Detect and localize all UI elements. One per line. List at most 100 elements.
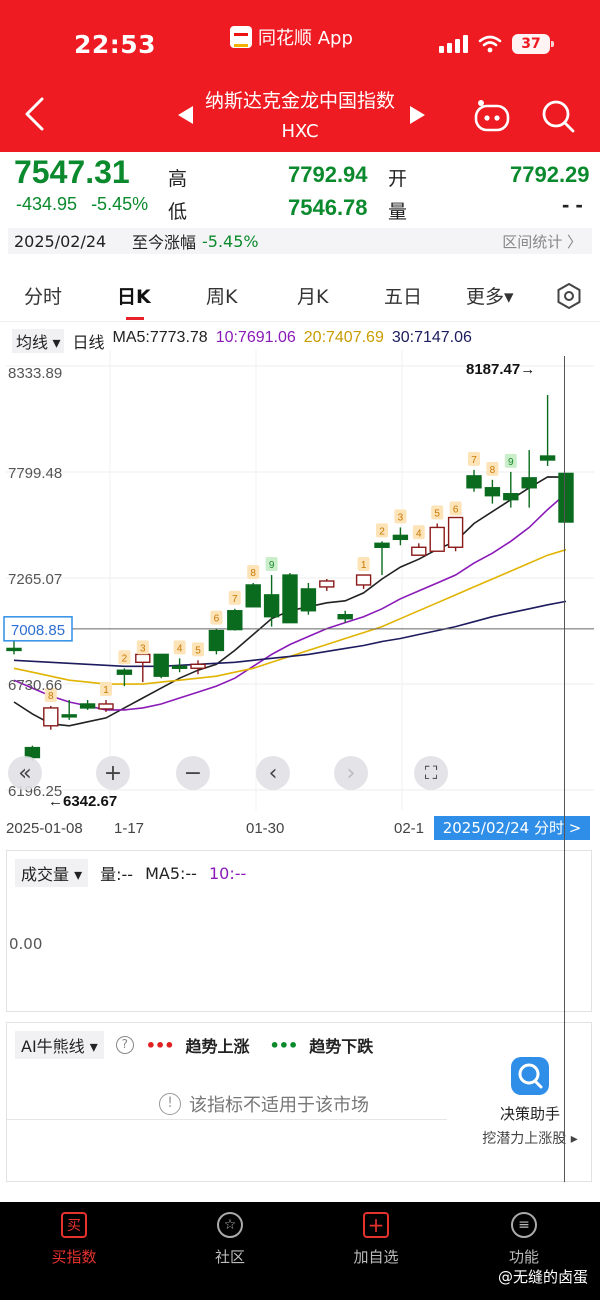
candle-body: [484, 487, 501, 497]
candle-body: [337, 614, 353, 620]
next-index-icon[interactable]: [410, 106, 425, 124]
td-tag: 9: [508, 457, 514, 468]
help-icon[interactable]: ?: [115, 1036, 134, 1054]
fullscreen-button[interactable]: ⛶: [414, 756, 448, 790]
volume-amount: 量:--: [100, 865, 134, 884]
candle-body: [392, 534, 409, 541]
td-tag: 2: [379, 526, 385, 537]
assistant-subtitle: 挖潜力上涨股 ▸: [482, 1131, 578, 1147]
candle-body: [245, 584, 261, 608]
candle-body: [355, 574, 372, 586]
active-tab-indicator: [126, 317, 144, 320]
candle-body: [539, 455, 556, 461]
candle-body: [447, 516, 464, 548]
td-tag: 4: [416, 528, 422, 539]
up-trend-marker: •••: [145, 1035, 175, 1055]
volume-header: 成交量 ▾ 量:-- MA5:-- 10:--: [15, 859, 246, 887]
collapse-button[interactable]: «: [8, 756, 42, 790]
x-label-mid1: 1-17: [114, 820, 145, 837]
nav-functions-label: 功能: [508, 1248, 539, 1266]
prev-button[interactable]: ‹: [256, 756, 290, 790]
td-tag: 6: [453, 505, 459, 516]
tab-monthly-k[interactable]: 月K: [297, 282, 328, 309]
status-icons: 37: [439, 34, 554, 54]
candle-body: [319, 580, 335, 588]
range-stats-link[interactable]: 区间统计 〉: [502, 231, 582, 252]
candle-body: [558, 472, 574, 523]
tab-weekly-k[interactable]: 周K: [206, 282, 237, 309]
zoom-in-button[interactable]: +: [96, 756, 130, 790]
candle-body: [521, 477, 537, 489]
low-label: 低: [168, 201, 188, 223]
candle-body: [227, 610, 243, 631]
assistant-title: 决策助手: [499, 1105, 560, 1123]
candle-body: [153, 653, 169, 677]
app-name: 同花顺 App: [258, 28, 353, 49]
volume-selector[interactable]: 成交量 ▾: [15, 859, 89, 887]
wifi-icon: [478, 35, 502, 53]
zoom-out-button[interactable]: −: [176, 756, 210, 790]
x-label-start: 2025-01-08: [6, 820, 83, 837]
change-value: -434.95: [16, 194, 78, 214]
td-tag: 7: [232, 594, 238, 605]
community-icon: ☆: [217, 1212, 243, 1238]
kline-chart[interactable]: 781234567891234567898333.897799.487265.0…: [0, 350, 600, 810]
battery-icon: 37: [512, 34, 554, 54]
range-change: -5.45%: [202, 231, 259, 251]
volume-value: - -: [562, 192, 583, 217]
menu-icon: ≡: [511, 1212, 537, 1238]
ai-selector[interactable]: AI牛熊线 ▾: [15, 1031, 104, 1059]
tab-five-day[interactable]: 五日: [384, 282, 422, 309]
nav-community[interactable]: ☆ 社区: [180, 1212, 280, 1267]
candle-body: [98, 703, 114, 710]
candle-body: [135, 653, 151, 664]
robot-assistant-icon[interactable]: [472, 98, 512, 134]
x-label-mid2: 01-30: [246, 820, 285, 837]
range-bar: 2025/02/24 至今涨幅 -5.45% 区间统计 〉: [8, 228, 592, 254]
candle-body: [466, 475, 482, 489]
nav-add-watchlist[interactable]: + 加自选: [326, 1212, 426, 1267]
decision-assistant[interactable]: 决策助手 挖潜力上涨股 ▸: [467, 1057, 593, 1148]
search-icon[interactable]: [540, 98, 576, 134]
next-button[interactable]: ›: [334, 756, 368, 790]
settings-icon[interactable]: [556, 283, 582, 309]
td-tag: 1: [361, 560, 367, 571]
td-tag: 5: [434, 508, 440, 519]
candle-body: [79, 703, 96, 709]
volume-panel: 成交量 ▾ 量:-- MA5:-- 10:-- 0.00: [6, 850, 592, 1012]
tab-more[interactable]: 更多▾: [466, 282, 514, 309]
signal-icon: [439, 35, 468, 53]
watermark: @无缝的卤蛋: [497, 1268, 588, 1286]
volume-label: 量: [388, 201, 408, 223]
nav-add-label: 加自选: [353, 1248, 399, 1266]
y-tick-label: 7799.48: [8, 465, 62, 482]
down-trend-label: 趋势下跌: [309, 1037, 374, 1056]
intraday-link-chip[interactable]: 2025/02/24 分时 >: [434, 816, 590, 840]
y-tick-label: 7265.07: [8, 571, 62, 588]
current-price: 7547.31: [14, 154, 130, 190]
nav-buy-index[interactable]: 买 买指数: [24, 1212, 124, 1267]
candle-body: [503, 493, 519, 501]
status-time: 22:53: [74, 30, 157, 59]
td-tag: 8: [250, 568, 256, 579]
td-tag: 4: [177, 643, 183, 654]
tab-intraday[interactable]: 分时: [24, 282, 62, 309]
td-tag: 9: [269, 560, 275, 571]
high-annotation: 8187.47→: [466, 361, 535, 378]
candle-body: [43, 707, 59, 727]
nav-community-label: 社区: [214, 1248, 245, 1266]
range-label: 至今涨幅: [132, 233, 197, 252]
nav-functions[interactable]: ≡ 功能: [474, 1212, 574, 1267]
note-text: 该指标不适用于该市场: [189, 1095, 369, 1116]
price-change: -434.95 -5.45%: [16, 194, 148, 215]
candle-body: [263, 594, 280, 618]
crosshair-line: [564, 356, 565, 1182]
ai-indicator-panel: AI牛熊线 ▾ ? ••• 趋势上涨 ••• 趋势下跌 ! 该指标不适用于该市场…: [6, 1022, 592, 1182]
not-applicable-note: ! 该指标不适用于该市场: [159, 1091, 369, 1117]
candle-body: [374, 542, 390, 548]
buy-icon: 买: [61, 1212, 87, 1238]
y-tick-label: 6730.66: [8, 677, 62, 694]
candle-body: [116, 669, 133, 675]
tab-daily-k[interactable]: 日K: [117, 282, 151, 309]
period-tabs: 分时 日K 周K 月K 五日 更多▾: [0, 270, 600, 322]
